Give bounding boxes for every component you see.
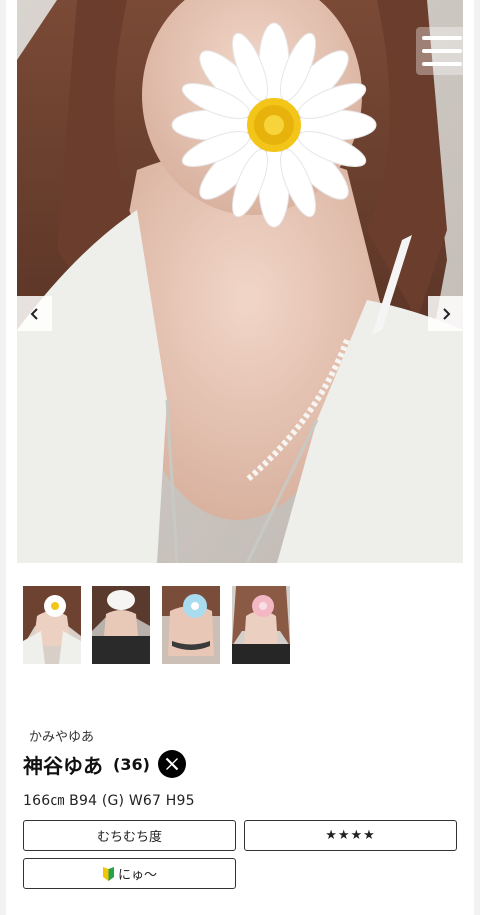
- tag-newbie-text: にゅ〜: [117, 868, 157, 883]
- hamburger-line: [422, 49, 462, 53]
- tag-rating: ★★★★: [244, 820, 457, 851]
- thumbnail-image: [23, 586, 81, 664]
- next-photo-button[interactable]: [428, 296, 463, 331]
- body-specs: 166㎝ B94 (G) W67 H95: [23, 793, 195, 809]
- x-logo-icon[interactable]: [157, 750, 186, 778]
- rating-stars: ★★★★: [325, 828, 376, 843]
- thumbnail-3[interactable]: [162, 586, 220, 664]
- tag-newbie: にゅ〜: [23, 858, 236, 889]
- tag-muchimuchi-label: むちむち度: [23, 820, 236, 851]
- thumbnail-4[interactable]: [232, 586, 290, 664]
- thumbnail-image: [92, 586, 150, 664]
- hamburger-icon[interactable]: [416, 27, 468, 75]
- tag-label-text: むちむち度: [96, 830, 162, 845]
- prev-photo-button[interactable]: [17, 296, 52, 331]
- photo-illustration: [17, 0, 463, 563]
- thumbnail-1[interactable]: [23, 586, 81, 664]
- chevron-right-icon: [442, 307, 450, 320]
- beginner-mark-icon: [102, 866, 114, 881]
- thumbnail-image: [162, 586, 220, 664]
- hamburger-line: [422, 62, 462, 66]
- name-row: 神谷ゆあ (36): [23, 748, 186, 780]
- cast-name: 神谷ゆあ: [23, 753, 103, 778]
- thumbnail-2[interactable]: [92, 586, 150, 664]
- x-glyph: [165, 757, 179, 771]
- main-profile-photo[interactable]: [17, 0, 463, 563]
- chevron-left-icon: [30, 307, 38, 320]
- thumbnail-image: [232, 586, 290, 664]
- hamburger-line: [422, 36, 462, 40]
- name-kana: かみやゆあ: [29, 730, 95, 745]
- cast-age: (36): [113, 754, 150, 774]
